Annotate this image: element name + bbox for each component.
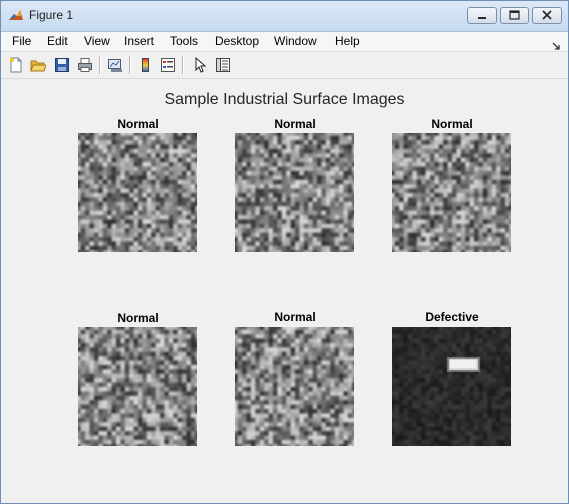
title-bar[interactable]: Figure 1: [1, 1, 568, 32]
print-button[interactable]: [75, 55, 95, 75]
defective-surface-image[interactable]: [392, 327, 511, 446]
save-button[interactable]: [52, 55, 72, 75]
new-figure-button[interactable]: [6, 55, 26, 75]
edit-plot-icon: [195, 57, 207, 73]
subplot-title: Normal: [431, 117, 473, 131]
link-plot-button[interactable]: [105, 55, 125, 75]
subplot-title: Normal: [274, 310, 316, 324]
menu-edit[interactable]: Edit: [47, 34, 68, 48]
subplot-title: Defective: [425, 310, 479, 324]
subplot-title: Normal: [117, 117, 159, 131]
close-icon: [542, 10, 552, 20]
print-icon: [78, 58, 92, 72]
minimize-icon: [478, 17, 486, 19]
window-title: Figure 1: [29, 8, 74, 22]
figure-canvas[interactable]: Sample Industrial Surface Images Normal …: [1, 79, 568, 503]
new-figure-icon: [10, 57, 22, 73]
insert-colorbar-button[interactable]: [136, 55, 156, 75]
save-icon: [55, 58, 69, 72]
open-file-icon: [30, 60, 46, 72]
surface-image[interactable]: [235, 133, 354, 252]
menu-help[interactable]: Help: [335, 34, 360, 48]
menu-file[interactable]: File: [12, 34, 31, 48]
surface-image[interactable]: [78, 327, 197, 446]
open-file-button[interactable]: [28, 55, 48, 75]
dock-arrow-icon[interactable]: [551, 36, 561, 50]
subplot-title: Normal: [274, 117, 316, 131]
edit-plot-button[interactable]: [190, 55, 210, 75]
toolbar-separator: [129, 56, 131, 74]
insert-legend-button[interactable]: [158, 55, 178, 75]
toolbar-separator: [99, 56, 101, 74]
toolbar: [1, 52, 568, 79]
link-plot-icon: [108, 59, 122, 72]
close-button[interactable]: [532, 7, 562, 24]
figure-title: Sample Industrial Surface Images: [164, 91, 405, 108]
toolbar-separator: [182, 56, 184, 74]
figure-window: Figure 1 File Edit View Insert Tools Des…: [0, 0, 569, 504]
menu-desktop[interactable]: Desktop: [215, 34, 259, 48]
maximize-icon: [509, 10, 520, 20]
maximize-button[interactable]: [500, 7, 529, 24]
insert-colorbar-icon: [142, 58, 149, 72]
menu-view[interactable]: View: [84, 34, 110, 48]
menu-insert[interactable]: Insert: [124, 34, 154, 48]
menu-tools[interactable]: Tools: [170, 34, 198, 48]
menu-window[interactable]: Window: [274, 34, 317, 48]
matlab-icon: [8, 8, 24, 24]
property-inspector-icon: [216, 58, 230, 72]
minimize-button[interactable]: [467, 7, 497, 24]
surface-image[interactable]: [392, 133, 511, 252]
surface-image[interactable]: [78, 133, 197, 252]
property-inspector-button[interactable]: [213, 55, 233, 75]
surface-image[interactable]: [235, 327, 354, 446]
insert-legend-icon: [161, 58, 175, 72]
menu-bar: File Edit View Insert Tools Desktop Wind…: [1, 32, 568, 52]
subplot-title: Normal: [117, 311, 159, 325]
